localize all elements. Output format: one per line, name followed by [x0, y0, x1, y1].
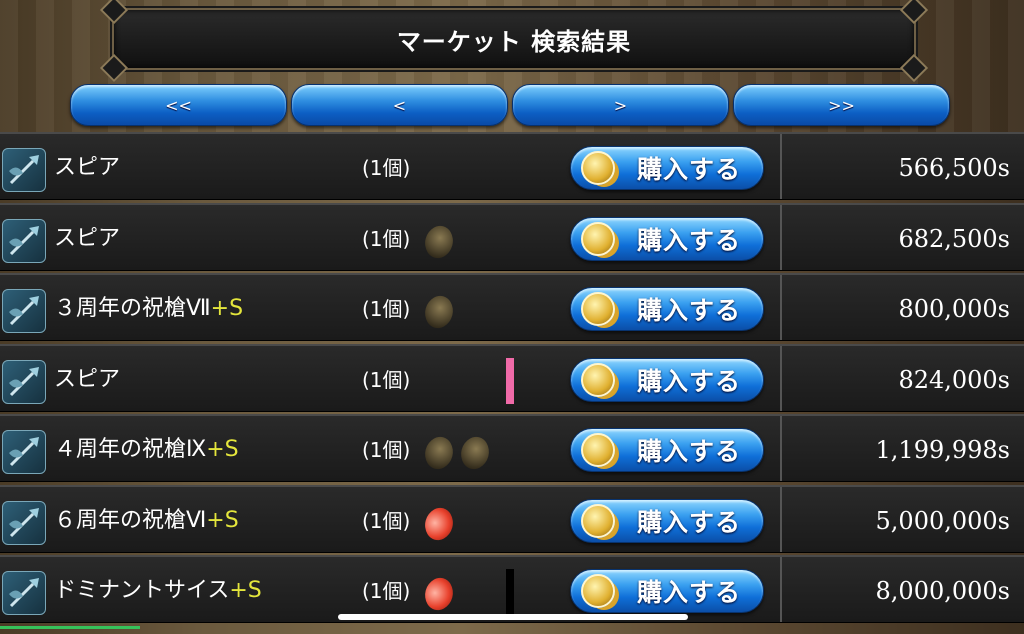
spear-icon	[2, 571, 46, 615]
list-item: ドミナントサイス+S (1個) 購入する 8,000,000s	[0, 555, 1024, 623]
list-item: スピア (1個) 購入する 824,000s	[0, 343, 1024, 414]
price-label: 566,500s	[898, 154, 1010, 182]
list-item: スピア (1個) 購入する 682,500s	[0, 202, 1024, 273]
buy-button-label: 購入する	[637, 296, 742, 325]
coin-icon	[581, 151, 615, 185]
list-item: ４周年の祝槍Ⅸ+S (1個) 購入する 1,199,998s	[0, 414, 1024, 482]
red-gem-icon	[418, 503, 460, 544]
item-name: ドミナントサイス+S	[54, 557, 262, 625]
column-divider	[780, 416, 782, 481]
coin-icon	[581, 221, 615, 256]
dark-gem-icon	[454, 432, 496, 474]
red-gem-icon	[418, 573, 460, 615]
item-name-text: スピア	[54, 366, 121, 392]
column-divider	[780, 275, 782, 340]
gem-slots	[418, 503, 460, 544]
item-name-text: ６周年の祝槍Ⅵ	[54, 507, 207, 533]
enhancement-label: +S	[206, 437, 239, 462]
enhancement-label: +S	[206, 507, 239, 533]
price-label: 5,000,000s	[875, 506, 1010, 535]
page-title: マーケット 検索結果	[396, 27, 632, 56]
title-bar: マーケット 検索結果	[99, 0, 929, 83]
buy-button[interactable]: 購入する	[570, 216, 764, 261]
pagination: << < > >>	[70, 84, 950, 126]
item-name-text: ３周年の祝槍Ⅶ	[54, 296, 211, 321]
buy-button-label: 購入する	[637, 578, 742, 607]
progress-line	[0, 626, 140, 629]
item-name-text: ４周年の祝槍Ⅸ	[54, 437, 207, 462]
next-page-button[interactable]: >	[512, 84, 729, 126]
spear-icon	[2, 218, 46, 263]
gem-slots	[418, 291, 460, 333]
column-divider	[780, 486, 782, 552]
spear-icon	[2, 500, 46, 545]
enhancement-label: +S	[229, 578, 262, 603]
item-name: ３周年の祝槍Ⅶ+S	[54, 275, 243, 343]
item-name: ４周年の祝槍Ⅸ+S	[54, 416, 239, 484]
gem-slots	[418, 432, 496, 474]
buy-button-label: 購入する	[637, 366, 742, 396]
buy-button[interactable]: 購入する	[570, 498, 764, 543]
spear-icon	[2, 359, 46, 404]
prev-page-button[interactable]: <	[291, 84, 508, 126]
column-divider	[780, 134, 782, 199]
last-page-button[interactable]: >>	[733, 84, 950, 126]
gem-slots	[418, 573, 460, 615]
coin-icon	[581, 574, 615, 608]
buy-button[interactable]: 購入する	[570, 428, 764, 472]
item-name: ６周年の祝槍Ⅵ+S	[54, 487, 239, 555]
column-divider	[780, 204, 782, 270]
quantity-label: (1個)	[362, 297, 411, 321]
quantity-label: (1個)	[362, 156, 411, 180]
buy-button-label: 購入する	[637, 437, 742, 466]
list-item: ３周年の祝槍Ⅶ+S (1個) 購入する 800,000s	[0, 273, 1024, 341]
result-list: スピア (1個) 購入する 566,500s スピア (1個) 購入する 682,500s ３周…	[0, 132, 1024, 634]
enhancement-label: +S	[210, 296, 244, 321]
quantity-label: (1個)	[362, 367, 411, 392]
gem-slots	[418, 221, 460, 262]
item-name-text: スピア	[54, 155, 121, 180]
price-label: 682,500s	[898, 224, 1010, 253]
first-page-button[interactable]: <<	[70, 84, 287, 126]
buy-button-label: 購入する	[637, 155, 742, 184]
list-item: ６周年の祝槍Ⅵ+S (1個) 購入する 5,000,000s	[0, 484, 1024, 555]
item-name: スピア	[54, 134, 120, 202]
item-name-text: スピア	[54, 225, 121, 251]
buy-button[interactable]: 購入する	[570, 287, 764, 331]
quantity-label: (1個)	[362, 508, 411, 533]
buy-button[interactable]: 購入する	[570, 569, 764, 613]
item-name: スピア	[54, 346, 120, 414]
home-indicator[interactable]	[338, 614, 688, 620]
column-divider	[780, 557, 782, 622]
item-name-text: ドミナントサイス	[54, 578, 230, 603]
dark-gem-icon	[418, 291, 460, 333]
coin-icon	[581, 503, 615, 538]
buy-button-label: 購入する	[637, 507, 742, 537]
buy-button[interactable]: 購入する	[570, 357, 764, 402]
coin-icon	[581, 362, 615, 397]
coin-icon	[581, 433, 615, 467]
spear-icon	[2, 430, 46, 474]
quantity-label: (1個)	[362, 438, 411, 462]
buy-button-label: 購入する	[637, 225, 742, 255]
price-label: 824,000s	[898, 365, 1010, 394]
price-label: 1,199,998s	[875, 436, 1010, 464]
marker-bar	[506, 357, 514, 404]
spear-icon	[2, 289, 46, 333]
item-name: スピア	[54, 205, 120, 273]
buy-button[interactable]: 購入する	[570, 146, 764, 190]
column-divider	[780, 345, 782, 411]
dark-gem-icon	[418, 221, 460, 262]
marker-bar	[506, 569, 514, 615]
coin-icon	[581, 292, 615, 326]
quantity-label: (1個)	[362, 226, 411, 251]
spear-icon	[2, 148, 46, 192]
price-label: 8,000,000s	[875, 577, 1010, 605]
list-item: スピア (1個) 購入する 566,500s	[0, 132, 1024, 200]
price-label: 800,000s	[898, 295, 1010, 323]
dark-gem-icon	[418, 432, 460, 474]
